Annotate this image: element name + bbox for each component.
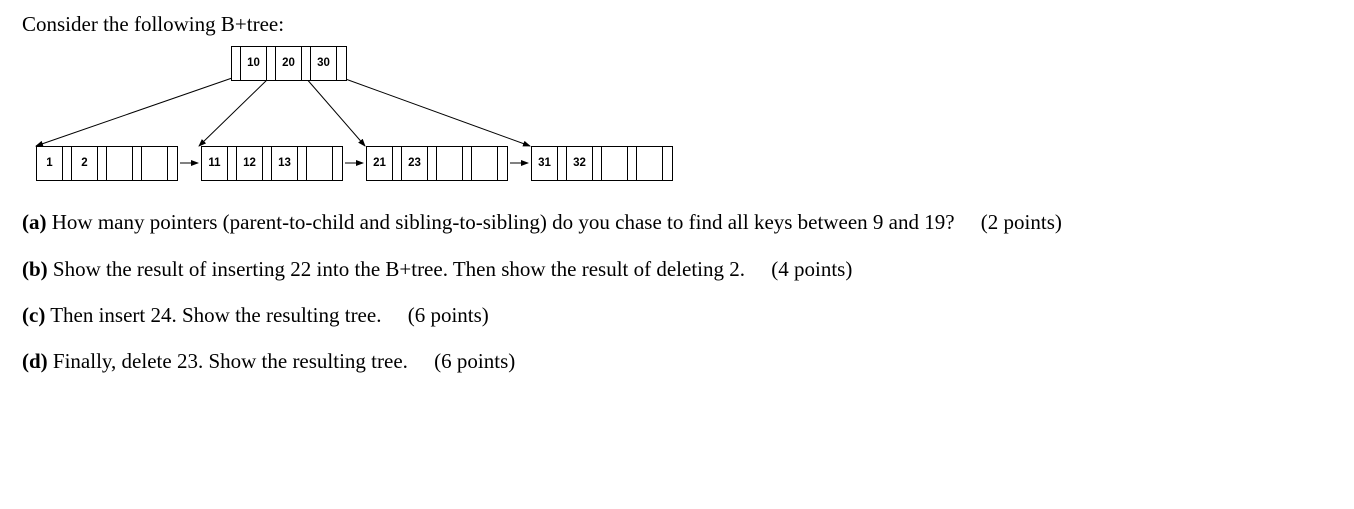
part-label: (b) [22, 257, 48, 281]
key-slot: 11 [202, 147, 228, 180]
key-slot: 13 [272, 147, 298, 180]
ptr-slot [267, 47, 276, 80]
btree-root-node: 10 20 30 [231, 46, 347, 81]
btree-diagram: 10 20 30 1 2 11 12 13 21 23 [22, 46, 662, 186]
ptr-slot [63, 147, 72, 180]
ptr-slot [393, 147, 402, 180]
key-slot: 31 [532, 147, 558, 180]
part-text: How many pointers (parent-to-child and s… [52, 210, 955, 234]
question-part-b: (b) Show the result of inserting 22 into… [22, 255, 1332, 283]
key-slot: 12 [237, 147, 263, 180]
btree-leaf-node: 21 23 [366, 146, 508, 181]
part-label: (d) [22, 349, 48, 373]
part-label: (c) [22, 303, 45, 327]
key-slot [107, 147, 133, 180]
part-label: (a) [22, 210, 47, 234]
ptr-slot [463, 147, 472, 180]
ptr-slot [663, 147, 672, 180]
question-part-d: (d) Finally, delete 23. Show the resulti… [22, 347, 1332, 375]
key-slot: 20 [276, 47, 302, 80]
question-part-c: (c) Then insert 24. Show the resulting t… [22, 301, 1332, 329]
btree-leaf-node: 11 12 13 [201, 146, 343, 181]
btree-leaf-node: 31 32 [531, 146, 673, 181]
ptr-slot [298, 147, 307, 180]
part-text: Show the result of inserting 22 into the… [53, 257, 745, 281]
ptr-slot [558, 147, 567, 180]
question-part-a: (a) How many pointers (parent-to-child a… [22, 208, 1332, 236]
part-points: (6 points) [413, 349, 515, 373]
part-points: (2 points) [960, 210, 1062, 234]
ptr-slot [302, 47, 311, 80]
intro-text: Consider the following B+tree: [22, 10, 1332, 38]
ptr-slot [337, 47, 346, 80]
key-slot: 30 [311, 47, 337, 80]
key-slot: 1 [37, 147, 63, 180]
ptr-slot [228, 147, 237, 180]
ptr-slot [263, 147, 272, 180]
ptr-slot [333, 147, 342, 180]
ptr-slot [498, 147, 507, 180]
key-slot [142, 147, 168, 180]
ptr-slot [232, 47, 241, 80]
key-slot [307, 147, 333, 180]
part-points: (4 points) [750, 257, 852, 281]
part-points: (6 points) [387, 303, 489, 327]
ptr-slot [593, 147, 602, 180]
btree-leaf-node: 1 2 [36, 146, 178, 181]
key-slot: 10 [241, 47, 267, 80]
key-slot: 2 [72, 147, 98, 180]
part-text: Then insert 24. Show the resulting tree. [50, 303, 381, 327]
key-slot [637, 147, 663, 180]
key-slot [602, 147, 628, 180]
part-text: Finally, delete 23. Show the resulting t… [53, 349, 408, 373]
ptr-slot [168, 147, 177, 180]
ptr-slot [133, 147, 142, 180]
ptr-slot [628, 147, 637, 180]
key-slot [472, 147, 498, 180]
ptr-slot [428, 147, 437, 180]
key-slot: 23 [402, 147, 428, 180]
key-slot [437, 147, 463, 180]
ptr-slot [98, 147, 107, 180]
key-slot: 32 [567, 147, 593, 180]
key-slot: 21 [367, 147, 393, 180]
